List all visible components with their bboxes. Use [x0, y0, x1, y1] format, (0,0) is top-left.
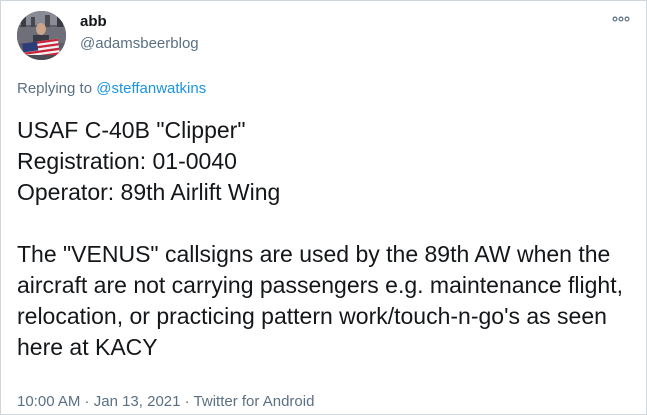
avatar[interactable]: [17, 11, 66, 60]
more-options-button[interactable]: [608, 9, 634, 29]
tweet-header: abb @adamsbeerblog: [17, 11, 630, 63]
more-options-icon: [612, 16, 630, 22]
tweet-date[interactable]: Jan 13, 2021: [94, 393, 181, 410]
user-handle[interactable]: @adamsbeerblog: [80, 34, 199, 54]
tweet-card: abb @adamsbeerblog Replying to @steffanw…: [0, 0, 647, 415]
reply-mention-link[interactable]: @steffanwatkins: [96, 80, 206, 97]
meta-separator: ·: [80, 393, 94, 410]
tweet-source[interactable]: Twitter for Android: [194, 393, 315, 410]
replying-to: Replying to @steffanwatkins: [17, 79, 206, 99]
avatar-photo-icon: [17, 11, 66, 60]
meta-separator: ·: [180, 393, 194, 410]
user-names: abb @adamsbeerblog: [80, 12, 199, 54]
display-name[interactable]: abb: [80, 12, 199, 32]
replying-to-label: Replying to: [17, 80, 97, 97]
tweet-text: USAF C-40B "Clipper" Registration: 01-00…: [17, 117, 623, 360]
tweet-meta: 10:00 AM · Jan 13, 2021 · Twitter for An…: [17, 392, 314, 412]
tweet-time[interactable]: 10:00 AM: [17, 393, 80, 410]
